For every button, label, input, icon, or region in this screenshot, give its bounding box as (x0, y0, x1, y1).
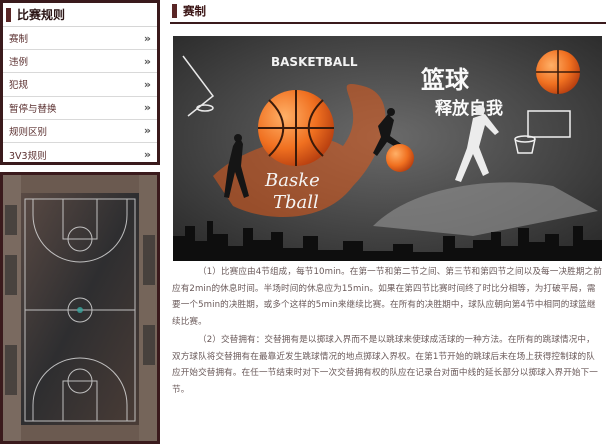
banner-script-line2: Tball (273, 192, 319, 213)
content-header: 赛制 (170, 0, 606, 24)
double-chevron-right-icon: » (143, 101, 151, 115)
rules-menu-panel: 比赛规则 赛制 » 违例 » 犯规 » 暂停与替换 » 规则区别 » 3V3规则… (0, 0, 160, 165)
banner-arc-text: BASKETBALL (271, 55, 358, 69)
banner-script-line1: Baske (264, 170, 320, 191)
sidebar: 比赛规则 赛制 » 违例 » 犯规 » 暂停与替换 » 规则区别 » 3V3规则… (0, 0, 160, 444)
sidebar-item-violations[interactable]: 违例 » (3, 50, 157, 74)
basketball-court-illustration (3, 175, 157, 441)
rules-paragraph-1: （1）比赛应由4节组成，每节10min。在第一节和第二节之间、第三节和第四节之间… (172, 267, 602, 327)
double-chevron-right-icon: » (143, 54, 151, 68)
banner-slogan-line2: 释放自我 (435, 98, 503, 119)
sidebar-item-label: 违例 (9, 57, 29, 69)
rules-menu-title: 比赛规则 (17, 8, 66, 22)
page-title: 赛制 (183, 4, 206, 18)
header-accent-bar (6, 7, 11, 22)
banner-slogan-line1: 篮球 (420, 66, 470, 94)
basketball-banner: BASKETBALL Baske Tball 篮球 释放自我 (173, 36, 602, 261)
basketball-poster-graphic: BASKETBALL Baske Tball 篮球 释放自我 (173, 36, 602, 261)
rules-paragraph-2: （2）交替拥有：交替拥有是以掷球入界而不是以跳球来使球成活球的一种方法。在所有的… (172, 335, 598, 395)
sidebar-item-label: 赛制 (9, 34, 29, 46)
sidebar-item-fouls[interactable]: 犯规 » (3, 73, 157, 97)
sidebar-item-rule-differences[interactable]: 规则区别 » (3, 120, 157, 143)
header-accent-bar (172, 4, 177, 18)
double-chevron-right-icon: » (143, 31, 151, 45)
sidebar-item-label: 暂停与替换 (9, 103, 57, 115)
double-chevron-right-icon: » (143, 77, 151, 91)
main-content: 赛制 BASKETBALL Baske Tball 篮球 释放自我 （1）比赛应… (170, 0, 606, 444)
double-chevron-right-icon: » (143, 124, 151, 138)
double-chevron-right-icon: » (143, 148, 151, 162)
court-aerial-image (0, 172, 160, 444)
sidebar-item-3v3-rules[interactable]: 3V3规则 » (3, 143, 157, 166)
sidebar-item-label: 规则区别 (9, 126, 48, 138)
rules-menu-header: 比赛规则 (3, 3, 157, 27)
sidebar-item-format[interactable]: 赛制 » (3, 27, 157, 51)
sidebar-item-label: 3V3规则 (9, 150, 47, 162)
sidebar-item-label: 犯规 (9, 80, 29, 92)
sidebar-item-timeout-substitution[interactable]: 暂停与替换 » (3, 97, 157, 120)
